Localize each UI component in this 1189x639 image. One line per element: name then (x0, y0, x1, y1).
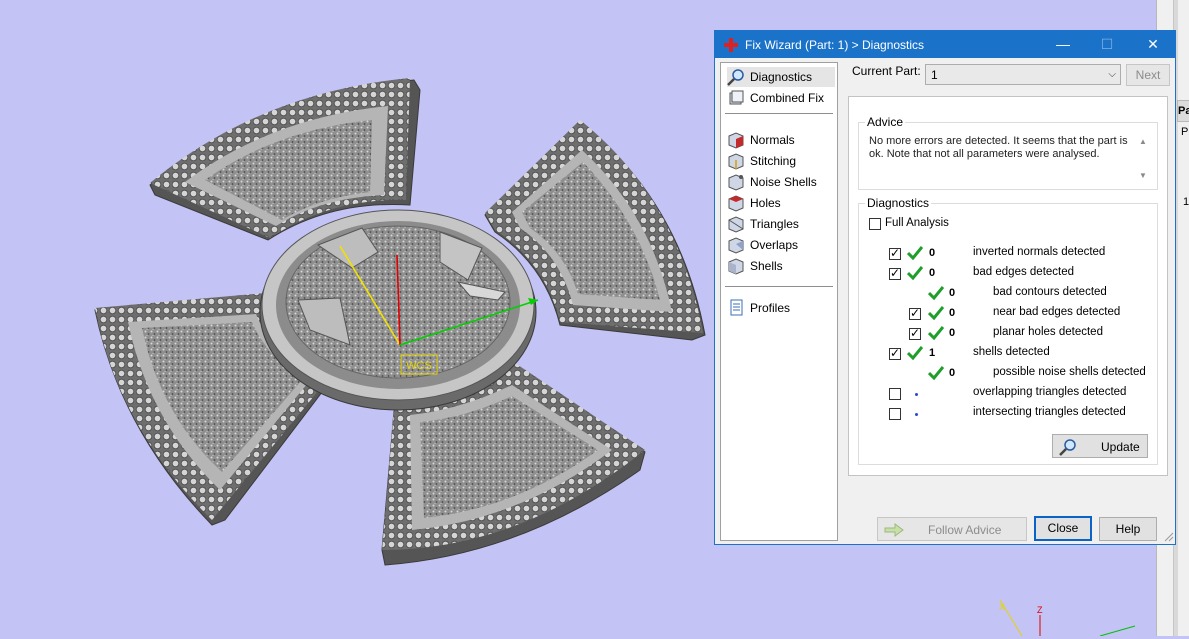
row-text: intersecting triangles detected (973, 406, 1126, 418)
row-count: 1 (929, 347, 936, 359)
not-analysed-dot-icon (915, 393, 918, 396)
resize-grip-icon[interactable] (1164, 532, 1174, 542)
help-button[interactable]: Help (1099, 517, 1157, 541)
follow-advice-label: Follow Advice (928, 523, 1002, 537)
advice-scrollbar[interactable]: ▲ ▼ (1137, 135, 1151, 183)
row-checkbox[interactable] (889, 408, 901, 420)
magnifier-icon (1059, 439, 1076, 456)
row-count: 0 (929, 247, 936, 259)
noise-shells-icon (728, 174, 744, 191)
row-checkbox[interactable] (889, 346, 901, 360)
diagnostics-group: Diagnostics Full Analysis 0 inverted nor… (858, 196, 1158, 465)
ok-check-icon (907, 266, 923, 280)
nav-item-holes[interactable]: Holes (727, 193, 835, 213)
update-button[interactable]: Update (1052, 434, 1148, 458)
nav-item-stitching[interactable]: Stitching (727, 151, 835, 171)
dialog-title: Fix Wizard (Part: 1) > Diagnostics (745, 38, 925, 52)
nav-item-triangles[interactable]: Triangles (727, 214, 835, 234)
not-analysed-dot-icon (915, 413, 918, 416)
close-window-button[interactable]: ✕ (1138, 34, 1168, 54)
current-part-select[interactable]: 1 ⌵ (925, 64, 1121, 85)
svg-text:X: X (999, 602, 1005, 612)
close-button[interactable]: Close (1034, 516, 1092, 541)
nav-item-overlaps[interactable]: Overlaps (727, 235, 835, 255)
minimize-button[interactable]: — (1048, 34, 1078, 54)
follow-advice-button[interactable]: Follow Advice (877, 517, 1027, 541)
row-checkbox[interactable] (889, 388, 901, 400)
nav-item-normals[interactable]: Normals (727, 130, 835, 150)
next-button[interactable]: Next (1126, 64, 1170, 86)
nav-item-profiles[interactable]: Profiles (727, 298, 835, 318)
row-text: shells detected (973, 346, 1050, 358)
row-text: possible noise shells detected (993, 366, 1146, 378)
row-count: 0 (949, 327, 956, 339)
combined-fix-icon (729, 90, 744, 105)
panel-label: P (1181, 126, 1189, 138)
advice-text: No more errors are detected. It seems th… (869, 135, 1128, 160)
nav-item-shells[interactable]: Shells (727, 256, 835, 276)
fix-wizard-cross-icon (724, 38, 738, 52)
row-checkbox[interactable] (889, 246, 901, 260)
holes-cube-icon (728, 195, 744, 212)
corner-axes-icon: X Z (999, 599, 1136, 637)
current-part-value: 1 (931, 68, 938, 82)
panel-value: 1 (1183, 196, 1189, 208)
nav-separator (725, 113, 833, 114)
diagnostics-legend: Diagnostics (865, 196, 932, 210)
advice-group: Advice No more errors are detected. It s… (858, 115, 1158, 190)
row-count: 0 (949, 307, 956, 319)
full-analysis-label: Full Analysis (885, 217, 949, 229)
row-count: 0 (949, 287, 956, 299)
nav-item-combined-fix[interactable]: Combined Fix (727, 88, 835, 108)
row-text: planar holes detected (993, 326, 1103, 338)
ok-check-icon (928, 366, 944, 380)
wizard-nav: Diagnostics Combined Fix Normals Stitchi… (720, 62, 838, 541)
fix-wizard-dialog: Fix Wizard (Part: 1) > Diagnostics — ☐ ✕… (714, 30, 1176, 545)
row-checkbox[interactable] (909, 306, 921, 320)
arrow-right-icon (884, 523, 904, 537)
shells-icon (728, 258, 744, 275)
row-count: 0 (929, 267, 936, 279)
nav-separator (725, 286, 833, 287)
full-analysis-checkbox[interactable] (869, 218, 881, 230)
svg-text:Z: Z (1037, 605, 1043, 615)
ok-check-icon (907, 246, 923, 260)
nav-item-diagnostics[interactable]: Diagnostics (727, 67, 835, 87)
ok-check-icon (928, 286, 944, 300)
title-bar[interactable]: Fix Wizard (Part: 1) > Diagnostics — ☐ ✕ (715, 31, 1175, 58)
scroll-down-icon[interactable]: ▼ (1139, 171, 1147, 180)
update-label: Update (1101, 440, 1140, 454)
row-count: 0 (949, 367, 956, 379)
maximize-button[interactable]: ☐ (1092, 34, 1122, 54)
scroll-up-icon[interactable]: ▲ (1139, 137, 1147, 146)
profiles-icon (730, 299, 743, 316)
diagnostics-panel: Advice No more errors are detected. It s… (848, 96, 1168, 476)
row-text: bad contours detected (993, 286, 1107, 298)
row-text: inverted normals detected (973, 246, 1106, 258)
triangles-icon (728, 216, 744, 233)
stitching-cube-icon (728, 153, 744, 170)
normals-cube-icon (728, 132, 744, 149)
row-checkbox[interactable] (909, 326, 921, 340)
ok-check-icon (928, 326, 944, 340)
row-text: bad edges detected (973, 266, 1075, 278)
row-checkbox[interactable] (889, 266, 901, 280)
magnifier-icon (727, 69, 744, 86)
advice-legend: Advice (865, 115, 906, 129)
wcs-label: WCS (406, 360, 432, 372)
chevron-down-icon: ⌵ (1108, 69, 1116, 80)
spinner-hub (259, 209, 537, 411)
nav-item-noise-shells[interactable]: Noise Shells (727, 172, 835, 192)
parts-tab[interactable]: Pa (1177, 100, 1189, 122)
ok-check-icon (928, 306, 944, 320)
overlaps-icon (728, 237, 744, 254)
row-text: near bad edges detected (993, 306, 1121, 318)
current-part-label: Current Part: (852, 64, 921, 78)
row-text: overlapping triangles detected (973, 386, 1127, 398)
ok-check-icon (907, 346, 923, 360)
